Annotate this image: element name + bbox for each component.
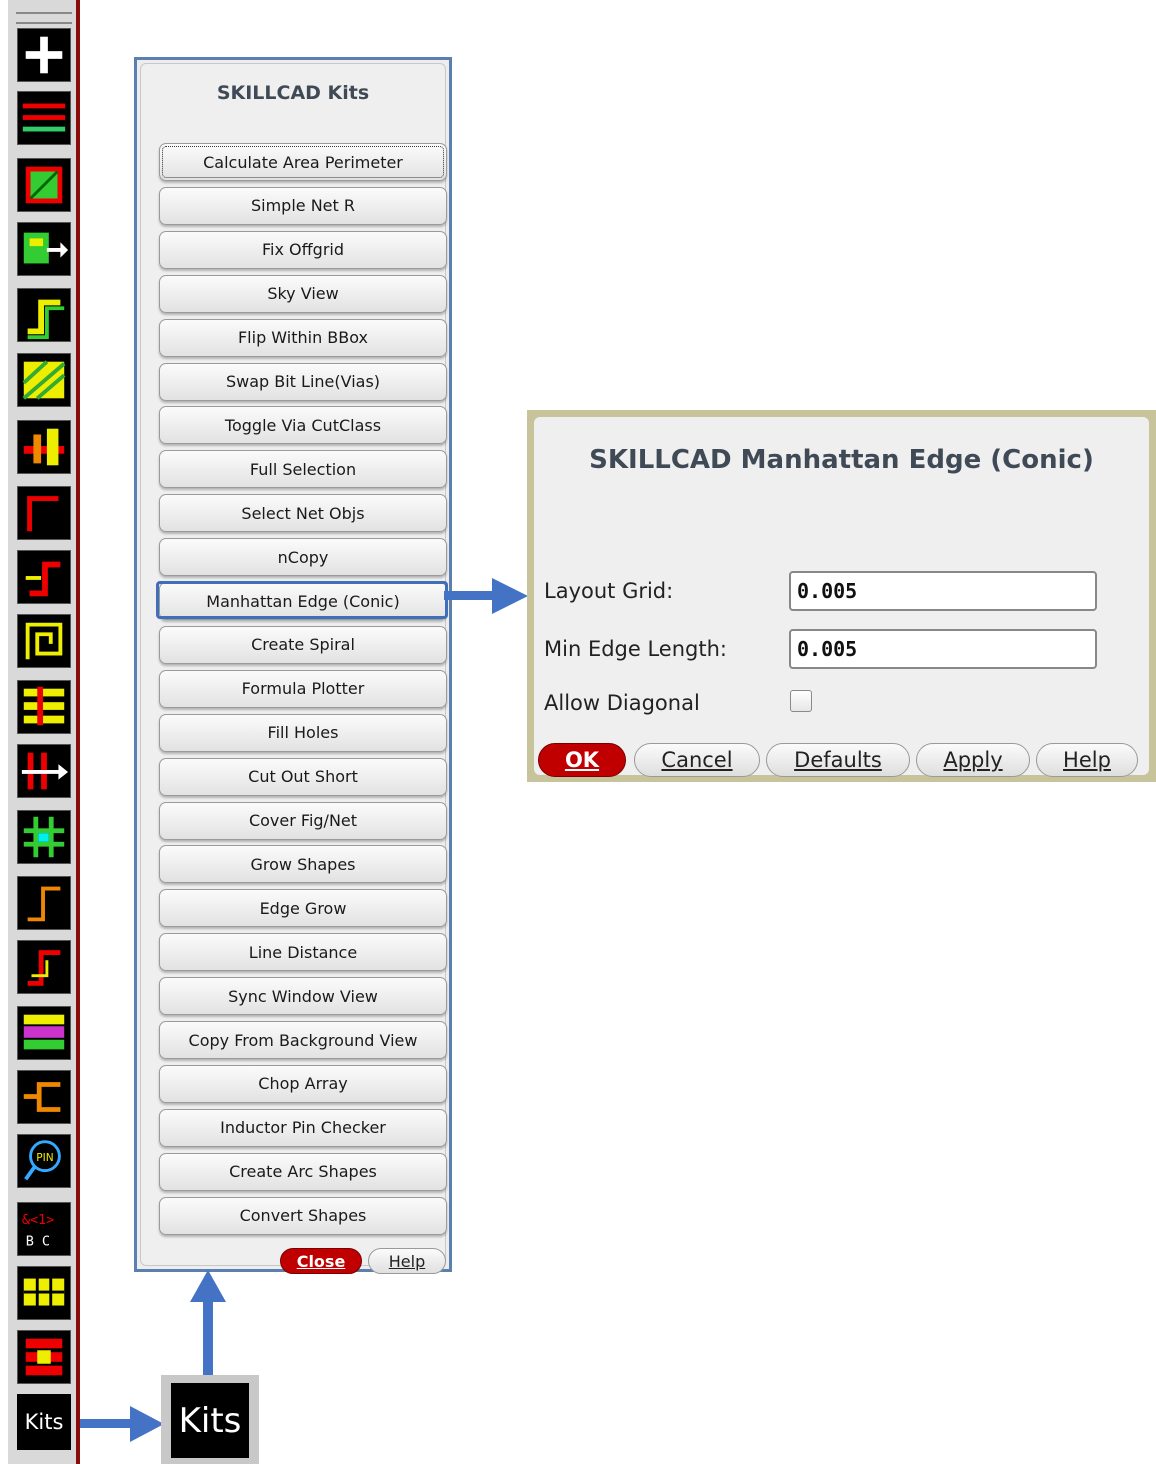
cross-bus-icon[interactable] bbox=[17, 744, 71, 798]
dialog-title: SKILLCAD Manhattan Edge (Conic) bbox=[589, 445, 1094, 475]
dialog-body: SKILLCAD Manhattan Edge (Conic) Layout G… bbox=[534, 417, 1149, 777]
grid-blocks-icon[interactable] bbox=[17, 1266, 71, 1320]
array-blocks-icon[interactable] bbox=[17, 1330, 71, 1384]
arrow-right-to-kits bbox=[80, 1406, 164, 1442]
bus-lines-icon[interactable] bbox=[17, 91, 71, 145]
pin-label-icon[interactable]: &<1> B C bbox=[17, 1202, 71, 1256]
allow-diagonal-checkbox[interactable] bbox=[790, 690, 812, 712]
step-wire-icon[interactable] bbox=[17, 940, 71, 994]
kit-button-copy-from-background-view[interactable]: Copy From Background View bbox=[159, 1021, 447, 1059]
grid-cross-icon[interactable] bbox=[17, 810, 71, 864]
apply-label: Apply bbox=[943, 748, 1003, 772]
corner-path-icon[interactable] bbox=[17, 486, 71, 540]
kit-button-cut-out-short[interactable]: Cut Out Short bbox=[159, 757, 447, 796]
svg-text:B C: B C bbox=[26, 1233, 50, 1249]
bracket-icon[interactable] bbox=[17, 1070, 71, 1124]
kit-button-ncopy[interactable]: nCopy bbox=[159, 538, 447, 577]
kits-zoom-label: Kits bbox=[171, 1383, 249, 1458]
kit-button-sky-view[interactable]: Sky View bbox=[159, 274, 447, 313]
panel-help-label: Help bbox=[388, 1251, 426, 1271]
hatch-grid-icon[interactable] bbox=[17, 353, 71, 407]
kit-button-create-spiral[interactable]: Create Spiral bbox=[159, 625, 447, 664]
ok-label: OK bbox=[564, 748, 600, 772]
fill-pattern-icon[interactable] bbox=[17, 158, 71, 212]
layout-toolbar: PIN &<1> B C Kits bbox=[8, 0, 80, 1464]
bus-array-icon[interactable] bbox=[17, 680, 71, 734]
defaults-label: Defaults bbox=[794, 748, 882, 772]
step-path-icon[interactable] bbox=[17, 288, 71, 342]
move-shape-icon[interactable] bbox=[17, 222, 71, 276]
help-label: Help bbox=[1063, 748, 1111, 772]
kit-button-fill-holes[interactable]: Fill Holes bbox=[159, 713, 447, 752]
kits-icon-zoomed: Kits bbox=[161, 1375, 259, 1464]
kit-button-convert-shapes[interactable]: Convert Shapes bbox=[159, 1196, 447, 1235]
help-button[interactable]: Help bbox=[1036, 743, 1138, 777]
kit-button-calculate-area-perimeter[interactable]: Calculate Area Perimeter bbox=[159, 143, 447, 181]
step-corner-icon[interactable] bbox=[17, 550, 71, 604]
kit-button-select-net-objs[interactable]: Select Net Objs bbox=[159, 494, 447, 533]
ok-button[interactable]: OK bbox=[538, 743, 626, 777]
kit-button-manhattan-edge-conic[interactable]: Manhattan Edge (Conic) bbox=[159, 582, 447, 620]
kit-button-line-distance[interactable]: Line Distance bbox=[159, 933, 447, 972]
manhattan-edge-dialog: SKILLCAD Manhattan Edge (Conic) Layout G… bbox=[527, 410, 1156, 782]
kit-button-inductor-pin-checker[interactable]: Inductor Pin Checker bbox=[159, 1108, 447, 1147]
kit-button-edge-grow[interactable]: Edge Grow bbox=[159, 889, 447, 928]
kit-button-simple-net-r[interactable]: Simple Net R bbox=[159, 186, 447, 225]
skillcad-kits-panel: SKILLCAD Kits Calculate Area Perimeter Si… bbox=[134, 57, 452, 1274]
kits-toolbar-button[interactable]: Kits bbox=[17, 1394, 71, 1450]
layout-grid-input[interactable] bbox=[789, 571, 1097, 611]
kit-button-fix-offgrid[interactable]: Fix Offgrid bbox=[159, 230, 447, 269]
min-edge-length-label: Min Edge Length: bbox=[544, 637, 727, 661]
kit-button-swap-bit-line-vias[interactable]: Swap Bit Line(Vias) bbox=[159, 362, 447, 401]
close-button[interactable]: Close bbox=[280, 1248, 362, 1274]
cancel-label: Cancel bbox=[661, 748, 733, 772]
patterned-layer-icon[interactable] bbox=[17, 1006, 71, 1060]
kit-button-formula-plotter[interactable]: Formula Plotter bbox=[159, 669, 447, 708]
pin-search-icon[interactable]: PIN bbox=[17, 1134, 71, 1188]
kit-button-chop-array[interactable]: Chop Array bbox=[159, 1064, 447, 1103]
kit-button-cover-fig-net[interactable]: Cover Fig/Net bbox=[159, 801, 447, 840]
spiral-path-icon[interactable] bbox=[17, 614, 71, 668]
toolbar-grip[interactable] bbox=[16, 12, 72, 24]
kit-button-full-selection[interactable]: Full Selection bbox=[159, 450, 447, 489]
panel-help-button[interactable]: Help bbox=[368, 1248, 446, 1274]
min-edge-length-input[interactable] bbox=[789, 629, 1097, 669]
kit-button-toggle-via-cutclass[interactable]: Toggle Via CutClass bbox=[159, 406, 447, 445]
svg-text:PIN: PIN bbox=[36, 1152, 53, 1164]
kit-button-flip-within-bbox[interactable]: Flip Within BBox bbox=[159, 318, 447, 357]
via-stack-icon[interactable] bbox=[17, 420, 71, 474]
corner-wire-icon[interactable] bbox=[17, 876, 71, 930]
add-icon[interactable] bbox=[17, 28, 71, 82]
allow-diagonal-label: Allow Diagonal bbox=[544, 691, 700, 715]
layout-grid-label: Layout Grid: bbox=[544, 579, 674, 603]
apply-button[interactable]: Apply bbox=[916, 743, 1030, 777]
kit-button-sync-window-view[interactable]: Sync Window View bbox=[159, 977, 447, 1016]
arrow-right-to-dialog bbox=[444, 578, 528, 614]
kit-button-grow-shapes[interactable]: Grow Shapes bbox=[159, 845, 447, 884]
cancel-button[interactable]: Cancel bbox=[634, 743, 760, 777]
arrow-up-to-panel bbox=[190, 1270, 226, 1378]
kits-panel-body: SKILLCAD Kits Calculate Area Perimeter Si… bbox=[140, 63, 448, 1274]
svg-text:&<1>: &<1> bbox=[22, 1212, 54, 1228]
kit-button-create-arc-shapes[interactable]: Create Arc Shapes bbox=[159, 1152, 447, 1191]
kits-panel-title: SKILLCAD Kits bbox=[216, 82, 370, 104]
defaults-button[interactable]: Defaults bbox=[766, 743, 910, 777]
